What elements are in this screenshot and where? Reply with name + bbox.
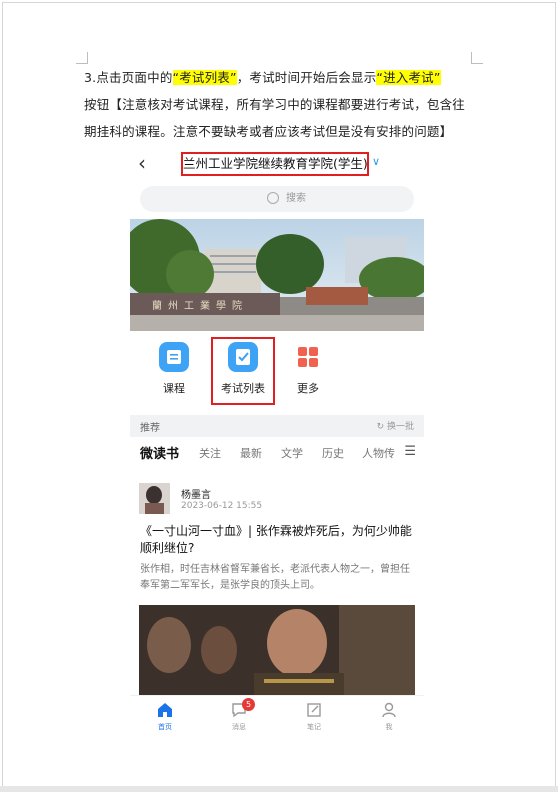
course-label: 课程: [163, 382, 185, 395]
instruction-paragraph: 3.点击页面中的“考试列表”，考试时间开始后会显示“进入考试” 按钮【注意核对考…: [84, 64, 484, 145]
category-tabs: 微读书 关注 最新 文学 历史 人物传 ☰: [130, 440, 424, 466]
highlight-enter-exam: “进入考试”: [376, 70, 441, 85]
more-grid-icon: [293, 342, 323, 372]
quick-entry-row: 课程 考试列表 更多: [130, 338, 424, 408]
post-date: 2023-06-12 15:55: [181, 501, 263, 511]
tab-biography[interactable]: 人物传: [362, 445, 398, 461]
text-prefix: 3.点击页面中的: [84, 70, 173, 85]
course-entry[interactable]: 课程: [144, 338, 204, 396]
article-photo: [139, 605, 415, 695]
tab-literature[interactable]: 文学: [281, 445, 303, 461]
menu-icon[interactable]: ☰: [404, 444, 416, 459]
app-screenshot: ‹ 兰州工业学院继续教育学院(学生) ∨ 搜索 蘭州工業學院 课程 考试列表 更…: [130, 150, 424, 736]
search-icon: [267, 192, 279, 204]
highlight-exam-list: “考试列表”: [172, 70, 237, 85]
instruction-line-2: 按钮【注意核对考试课程，所有学习中的课程都要进行考试，包含往: [84, 97, 466, 112]
note-icon: [294, 698, 334, 722]
tab-weidushu[interactable]: 微读书: [140, 443, 179, 462]
chevron-down-icon[interactable]: ∨: [372, 155, 380, 168]
margin-mark-left: [76, 52, 88, 64]
text-mid: ，考试时间开始后会显示: [236, 70, 377, 85]
message-badge: 5: [242, 698, 255, 711]
school-title[interactable]: 兰州工业学院继续教育学院(学生): [181, 152, 369, 176]
more-entry[interactable]: 更多: [278, 338, 338, 396]
refresh-label: 换一批: [386, 422, 414, 432]
page-bottom-edge: [0, 786, 558, 792]
nav-notes[interactable]: 笔记: [294, 698, 334, 732]
search-placeholder: 搜索: [286, 193, 306, 204]
tab-history[interactable]: 历史: [322, 445, 344, 461]
article-headline[interactable]: 《一寸山河一寸血》| 张作霖被炸死后，为何少帅能顺利继位?: [140, 523, 418, 557]
nav-messages[interactable]: 5 消息: [219, 698, 259, 732]
tab-latest[interactable]: 最新: [240, 445, 262, 461]
nav-home[interactable]: 首页: [145, 698, 185, 732]
nav-me-label: 我: [385, 723, 393, 731]
margin-mark-right: [471, 52, 483, 64]
exam-list-highlight-frame: [211, 337, 275, 405]
nav-home-label: 首页: [158, 723, 172, 731]
campus-photo: [130, 219, 424, 331]
home-icon: [145, 698, 185, 722]
more-label: 更多: [297, 382, 319, 395]
refresh-button[interactable]: ↻ 换一批: [377, 419, 414, 432]
nav-notes-label: 笔记: [307, 723, 321, 731]
instruction-line-1: 3.点击页面中的“考试列表”，考试时间开始后会显示“进入考试”: [84, 64, 484, 91]
avatar: [139, 483, 170, 514]
tab-follow[interactable]: 关注: [199, 445, 221, 461]
recommend-label: 推荐: [140, 423, 160, 434]
author-name: 杨墨言: [181, 490, 211, 501]
article-author[interactable]: 杨墨言 2023-06-12 15:55: [139, 483, 419, 517]
top-nav: ‹ 兰州工业学院继续教育学院(学生) ∨: [130, 150, 424, 178]
nav-messages-label: 消息: [232, 723, 246, 731]
banner-sign: 蘭州工業學院: [152, 301, 248, 312]
instruction-line-3: 期挂科的课程。注意不要缺考或者应该考试但是没有安排的问题】: [84, 124, 453, 139]
bottom-nav: 首页 5 消息 笔记 我: [130, 695, 424, 736]
recommend-bar: 推荐 ↻ 换一批: [130, 415, 424, 437]
article-image[interactable]: [139, 605, 415, 695]
chevron-left-icon[interactable]: ‹: [138, 152, 146, 174]
article-summary: 张作相，时任吉林省督军兼省长，老派代表人物之一，曾担任奉军第二军军长，是张学良的…: [140, 564, 410, 591]
course-icon: [159, 342, 189, 372]
search-bar[interactable]: 搜索: [140, 186, 414, 212]
nav-me[interactable]: 我: [369, 698, 409, 732]
campus-banner[interactable]: 蘭州工業學院: [130, 219, 424, 331]
profile-icon: [369, 698, 409, 722]
